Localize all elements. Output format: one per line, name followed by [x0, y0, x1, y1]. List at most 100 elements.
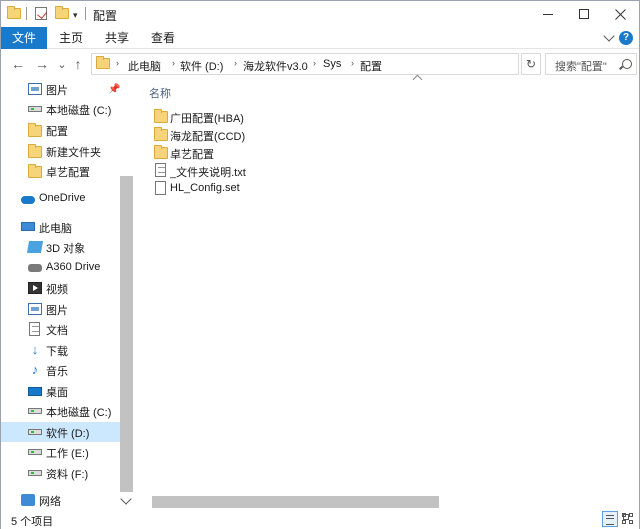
up-button[interactable]: ↑ — [69, 55, 87, 73]
file-name: _文件夹说明.txt — [170, 167, 246, 179]
folder-icon — [96, 56, 110, 69]
horizontal-scrollbar[interactable] — [152, 496, 439, 508]
nav-item-drive-f[interactable]: 资料 (F:) — [1, 463, 134, 483]
drive-icon — [28, 106, 42, 112]
breadcrumb-drive-d[interactable]: 软件 (D:) — [180, 58, 223, 74]
breadcrumb-separator-icon: › — [351, 58, 354, 68]
nav-item-label: 音乐 — [46, 366, 68, 378]
tab-view[interactable]: 查看 — [143, 27, 183, 49]
search-box[interactable]: 搜索"配置" — [545, 53, 637, 75]
nav-item-music[interactable]: ♪ 音乐 — [1, 360, 134, 380]
close-button[interactable] — [597, 1, 640, 27]
breadcrumb-separator-icon: › — [234, 58, 237, 68]
nav-item-local-c-quick[interactable]: 本地磁盘 (C:) — [1, 99, 134, 119]
address-bar[interactable]: › 此电脑 › 软件 (D:) › 海龙软件v3.0 › Sys › 配置 — [91, 53, 519, 75]
tab-share[interactable]: 共享 — [97, 27, 137, 49]
tab-home[interactable]: 主页 — [51, 27, 91, 49]
nav-item-label: 图片 — [46, 85, 68, 97]
breadcrumb-this-pc[interactable]: 此电脑 — [128, 58, 161, 74]
file-name: 海龙配置(CCD) — [170, 131, 246, 143]
nav-item-downloads[interactable]: ↓ 下载 — [1, 340, 134, 360]
breadcrumb-sys[interactable]: Sys — [323, 58, 341, 70]
music-icon: ♪ — [31, 362, 39, 377]
nav-item-label: 卓艺配置 — [46, 167, 90, 179]
nav-item-label: 资料 (F:) — [46, 469, 89, 481]
nav-item-label: 3D 对象 — [46, 243, 86, 255]
file-name: 卓艺配置 — [170, 149, 214, 161]
nav-item-this-pc[interactable]: 此电脑 — [1, 217, 134, 237]
new-folder-icon[interactable] — [55, 6, 69, 19]
pictures-icon — [28, 83, 42, 95]
drive-icon — [28, 470, 42, 476]
nav-item-label: 本地磁盘 (C:) — [46, 407, 112, 419]
nav-item-label: 新建文件夹 — [46, 147, 101, 159]
quick-access-dropdown[interactable]: ▾ — [73, 10, 78, 21]
file-icon — [155, 181, 166, 195]
refresh-button[interactable]: ↻ — [521, 53, 541, 75]
nav-item-label: A360 Drive — [46, 261, 101, 273]
nav-item-local-c[interactable]: 本地磁盘 (C:) — [1, 401, 134, 421]
expand-ribbon-icon[interactable] — [603, 30, 615, 42]
nav-item-3d-objects[interactable]: 3D 对象 — [1, 237, 134, 257]
forward-button[interactable]: → — [33, 55, 51, 73]
back-button[interactable]: ← — [9, 55, 27, 73]
navigation-pane: 图片 📌 本地磁盘 (C:) 配置 新建文件夹 卓艺配置 OneDrive 此电… — [1, 79, 134, 508]
file-name: HL_Config.set — [170, 182, 240, 194]
minimize-icon — [543, 13, 553, 15]
nav-item-drive-d[interactable]: 软件 (D:) — [1, 422, 120, 442]
drive-icon — [28, 449, 42, 455]
nav-item-pictures-quick[interactable]: 图片 📌 — [1, 79, 134, 99]
nav-item-drive-e[interactable]: 工作 (E:) — [1, 442, 134, 462]
this-pc-icon — [21, 222, 35, 231]
text-file-icon — [155, 163, 166, 177]
large-icons-view-icon[interactable] — [621, 512, 635, 526]
breadcrumb-separator-icon: › — [313, 58, 316, 68]
divider — [26, 7, 27, 20]
nav-item-label: 网络 — [39, 496, 61, 508]
nav-item-label: 视频 — [46, 284, 68, 296]
title-bar: ▾ 配置 — [1, 1, 639, 27]
nav-item-label: 本地磁盘 (C:) — [46, 105, 112, 117]
pin-icon: 📌 — [108, 84, 121, 95]
folder-icon — [28, 123, 42, 137]
nav-item-label: 配置 — [46, 126, 68, 138]
divider — [85, 7, 86, 20]
pictures-icon — [28, 303, 42, 315]
nav-item-documents[interactable]: 文档 — [1, 319, 134, 339]
nav-item-zhuoyi-config[interactable]: 卓艺配置 — [1, 161, 134, 181]
details-view-icon[interactable] — [602, 511, 618, 527]
search-input[interactable]: 搜索"配置" — [555, 58, 607, 74]
window-title: 配置 — [93, 9, 118, 23]
search-icon — [622, 59, 632, 69]
breadcrumb-hailong[interactable]: 海龙软件v3.0 — [243, 58, 308, 74]
nav-item-label: 图片 — [46, 305, 68, 317]
help-icon[interactable]: ? — [619, 31, 633, 45]
nav-item-desktop[interactable]: 桌面 — [1, 381, 134, 401]
nav-item-label: 桌面 — [46, 387, 68, 399]
nav-item-label: OneDrive — [39, 192, 86, 204]
3d-objects-icon — [26, 241, 44, 253]
item-count: 5 个项目 — [11, 516, 54, 528]
breadcrumb-separator-icon: › — [116, 58, 119, 68]
folder-icon — [7, 6, 21, 19]
folder-icon — [154, 127, 168, 141]
network-icon — [21, 494, 35, 506]
status-bar: 5 个项目 — [1, 509, 639, 529]
nav-item-pictures[interactable]: 图片 — [1, 299, 134, 319]
column-header-name[interactable]: 名称 — [149, 85, 171, 101]
desktop-icon — [28, 387, 42, 396]
tab-file[interactable]: 文件 — [1, 27, 47, 49]
nav-item-config[interactable]: 配置 — [1, 120, 134, 140]
breadcrumb-current[interactable]: 配置 — [360, 58, 382, 74]
videos-icon — [28, 282, 42, 294]
nav-item-new-folder[interactable]: 新建文件夹 — [1, 141, 134, 161]
breadcrumb-separator-icon: › — [172, 58, 175, 68]
nav-item-network[interactable]: 网络 — [1, 490, 134, 510]
nav-item-label: 软件 (D:) — [46, 428, 90, 440]
nav-item-videos[interactable]: 视频 — [1, 278, 134, 298]
nav-pane-scrollbar[interactable] — [120, 176, 133, 492]
nav-item-a360-drive[interactable]: A360 Drive — [1, 258, 134, 278]
properties-icon[interactable] — [35, 7, 47, 20]
nav-item-onedrive[interactable]: OneDrive — [1, 189, 134, 209]
folder-icon — [28, 144, 42, 158]
